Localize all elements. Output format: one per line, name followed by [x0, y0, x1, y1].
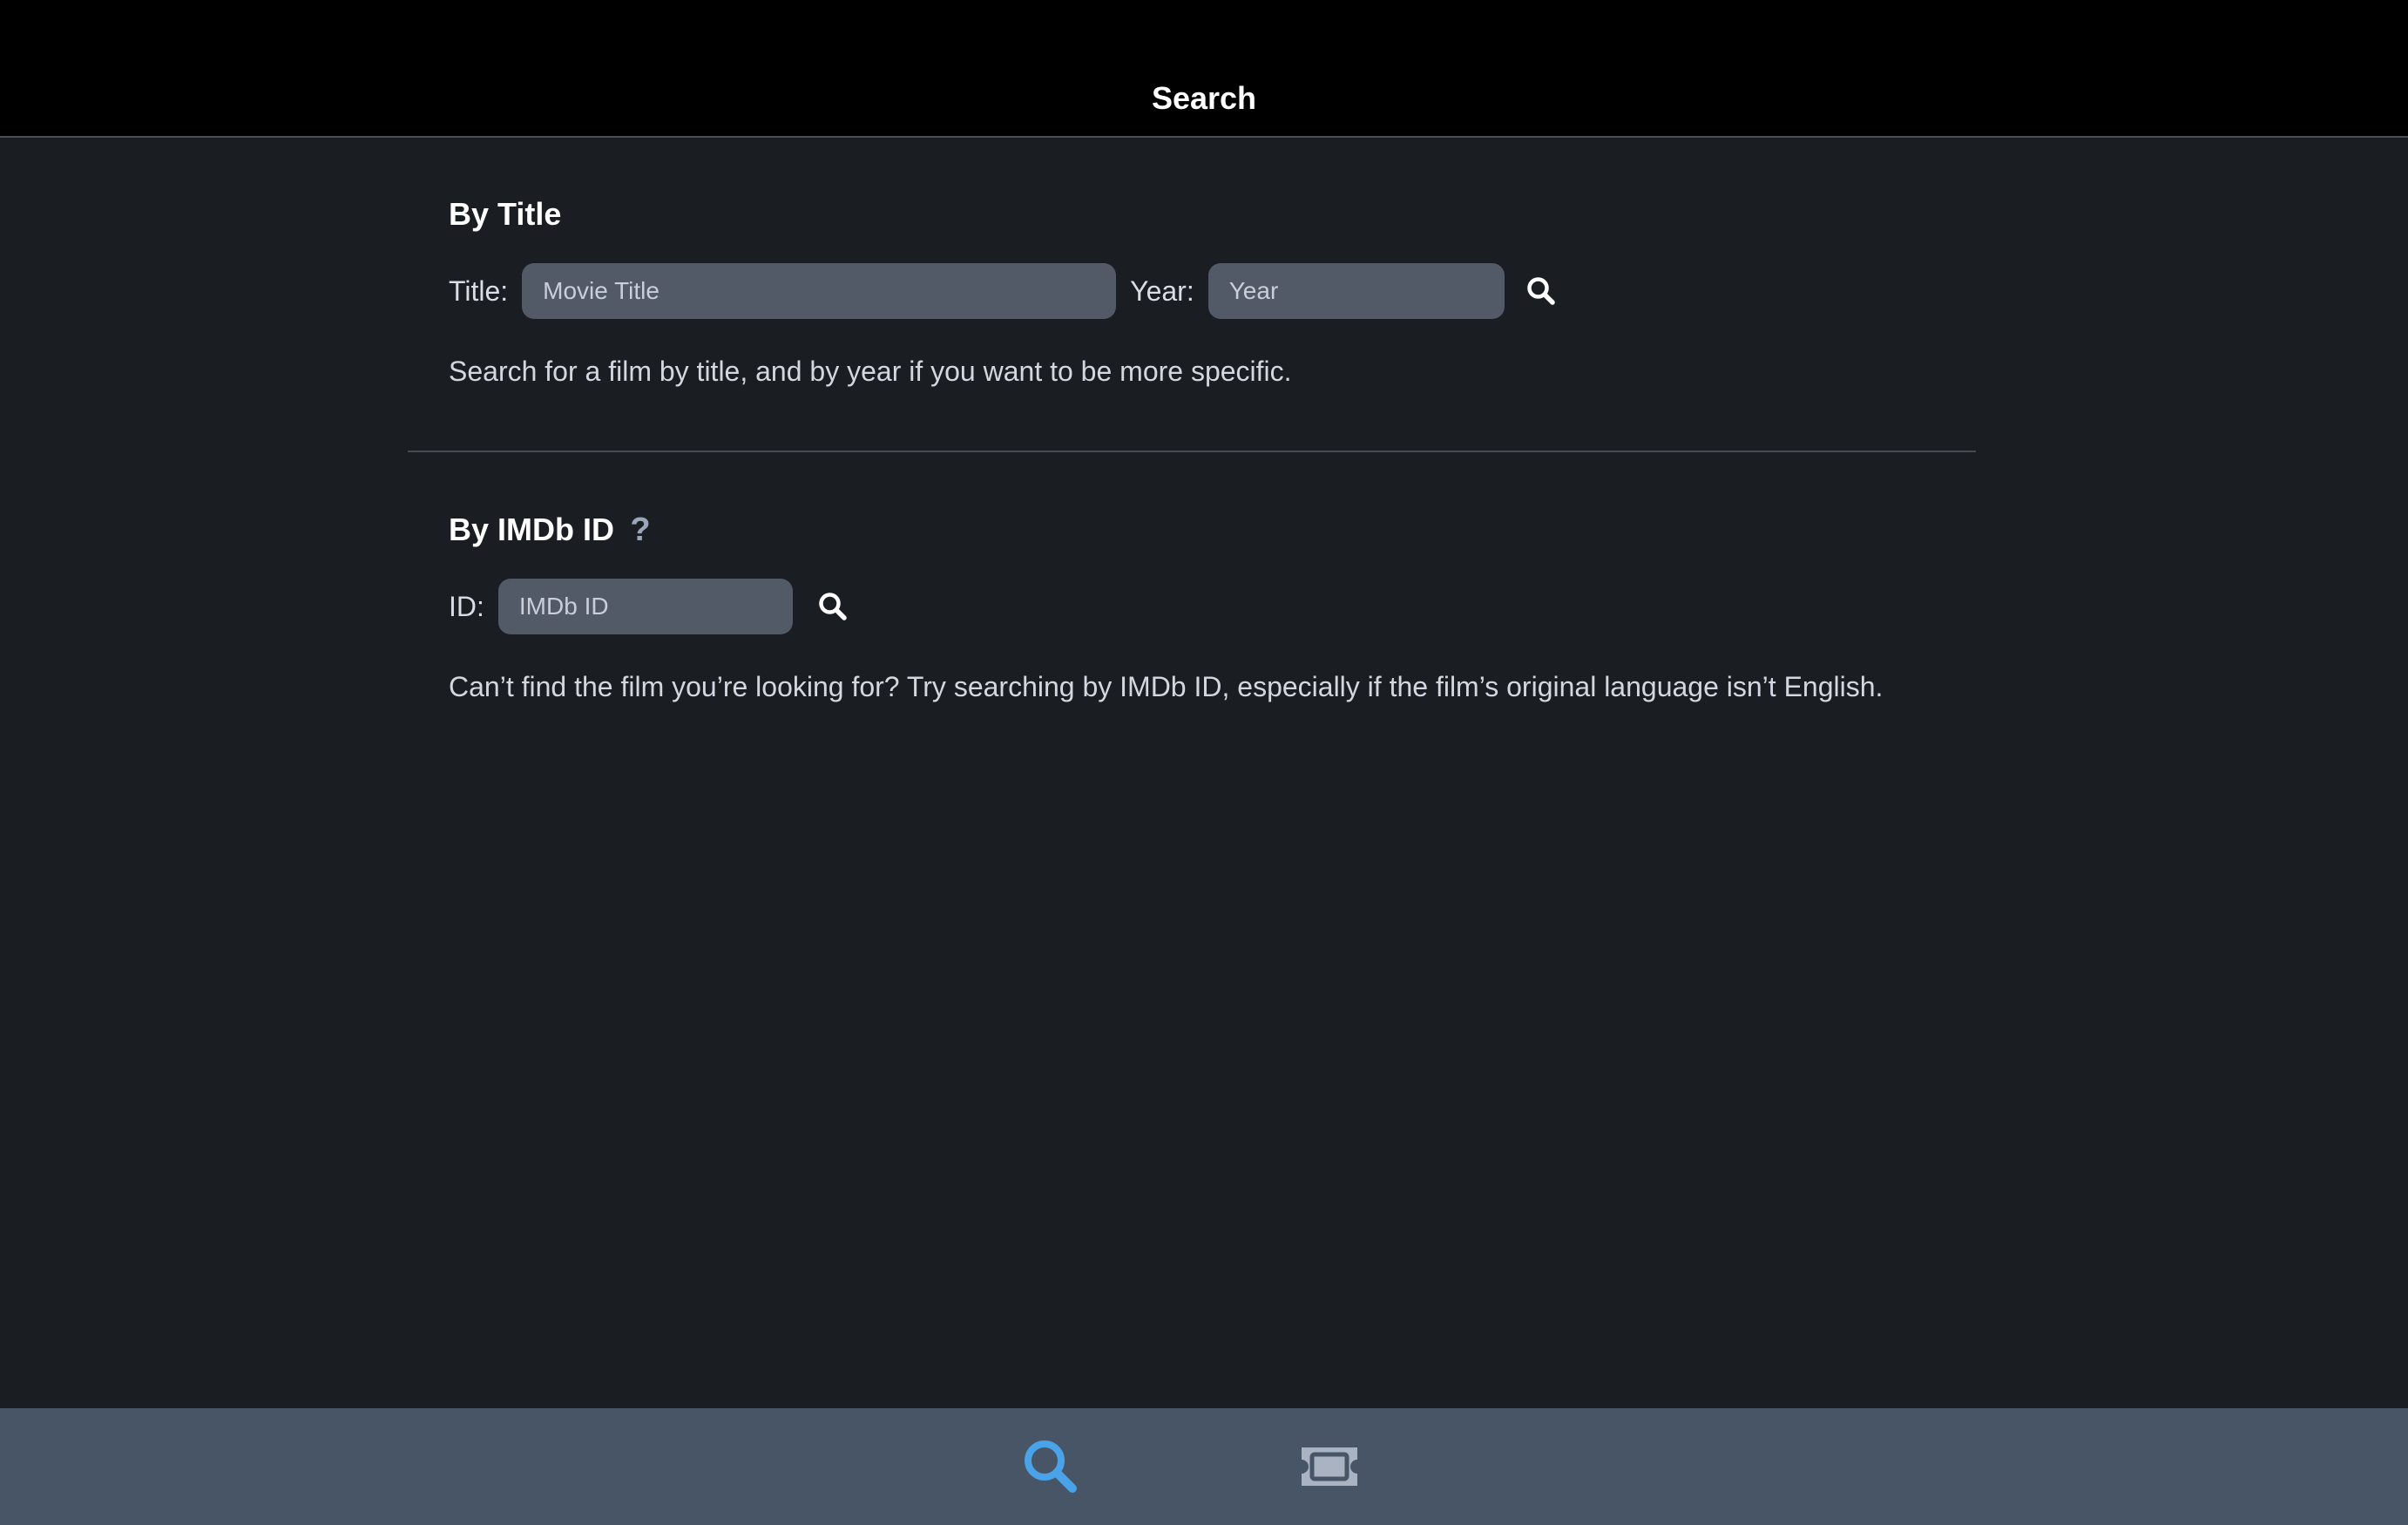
by-imdb-form: ID: [449, 579, 1883, 634]
top-bar: Search [0, 0, 2408, 138]
by-imdb-heading: By IMDb ID ? [449, 509, 1883, 551]
page-title: Search [1151, 80, 1257, 116]
id-label: ID: [449, 591, 484, 622]
by-imdb-section: By IMDb ID ? ID: Can’t find the film you… [449, 509, 1883, 706]
by-imdb-heading-text: By IMDb ID [449, 512, 615, 547]
imdb-id-input[interactable] [497, 579, 793, 634]
question-mark-icon[interactable]: ? [628, 511, 653, 549]
by-title-heading: By Title [449, 193, 1566, 235]
search-icon [1526, 277, 1555, 305]
tab-tickets[interactable] [1293, 1433, 1366, 1501]
tab-search[interactable] [1014, 1433, 1087, 1501]
movie-title-input[interactable] [522, 263, 1117, 319]
by-title-heading-text: By Title [449, 196, 562, 232]
ticket-icon [1302, 1447, 1357, 1486]
by-title-helper-text: Search for a film by title, and by year … [449, 356, 1292, 387]
year-input[interactable] [1207, 263, 1505, 319]
imdb-search-button[interactable] [808, 582, 857, 631]
title-search-button[interactable] [1517, 267, 1566, 315]
by-title-section: By Title Title: Year: Search for a film … [449, 193, 1566, 390]
section-divider [408, 451, 1976, 452]
bottom-tab-bar [0, 1408, 2408, 1525]
by-imdb-helper-text: Can’t find the film you’re looking for? … [449, 671, 1884, 702]
by-title-form: Title: Year: [449, 263, 1566, 319]
title-label: Title: [449, 275, 509, 307]
app-root: Search By Title Title: Year: Search for … [0, 0, 2408, 1525]
search-icon [819, 593, 847, 620]
year-label: Year: [1130, 275, 1194, 307]
search-icon [1025, 1440, 1077, 1493]
